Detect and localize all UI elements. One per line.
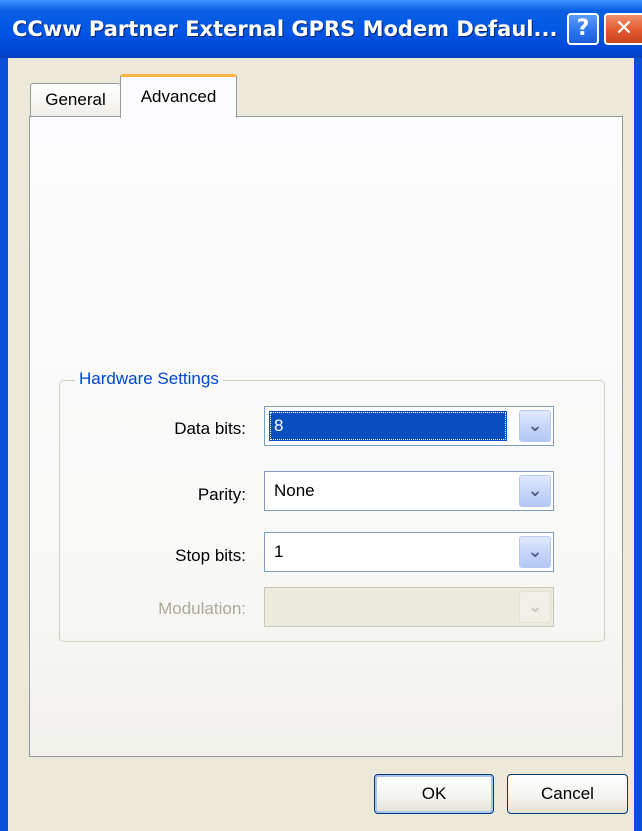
- modulation-select: ⌄: [264, 587, 554, 627]
- cancel-button[interactable]: Cancel: [507, 774, 628, 814]
- help-icon: ?: [576, 16, 590, 41]
- parity-label: Parity:: [197, 485, 246, 504]
- chevron-down-icon[interactable]: ⌄: [519, 410, 551, 442]
- modulation-label: Modulation:: [158, 599, 246, 618]
- chevron-down-icon[interactable]: ⌄: [519, 475, 551, 507]
- ok-button[interactable]: OK: [374, 774, 494, 814]
- window-border-right: [634, 58, 642, 831]
- stop-bits-label: Stop bits:: [175, 546, 246, 565]
- data-bits-select[interactable]: 8 ⌄: [264, 406, 554, 446]
- window-title: CCww Partner External GPRS Modem Defaul.…: [12, 17, 558, 41]
- close-button[interactable]: ✕: [604, 13, 642, 45]
- parity-value: None: [274, 481, 315, 500]
- hardware-settings-label: Hardware Settings: [75, 367, 223, 391]
- window-border-left: [0, 58, 8, 831]
- close-icon: ✕: [614, 16, 634, 41]
- tab-general[interactable]: General: [30, 83, 121, 117]
- modulation-value: [271, 594, 277, 620]
- help-button[interactable]: ?: [567, 13, 599, 45]
- dialog-window: CCww Partner External GPRS Modem Defaul.…: [0, 0, 642, 831]
- data-bits-value: 8: [269, 411, 507, 441]
- chevron-down-icon: ⌄: [519, 591, 551, 623]
- title-bar[interactable]: CCww Partner External GPRS Modem Defaul.…: [0, 0, 642, 58]
- data-bits-label: Data bits:: [174, 419, 246, 438]
- chevron-down-icon[interactable]: ⌄: [519, 536, 551, 568]
- stop-bits-select[interactable]: 1 ⌄: [264, 532, 554, 572]
- parity-select[interactable]: None ⌄: [264, 471, 554, 511]
- stop-bits-value: 1: [274, 542, 284, 561]
- tab-advanced[interactable]: Advanced: [120, 74, 237, 118]
